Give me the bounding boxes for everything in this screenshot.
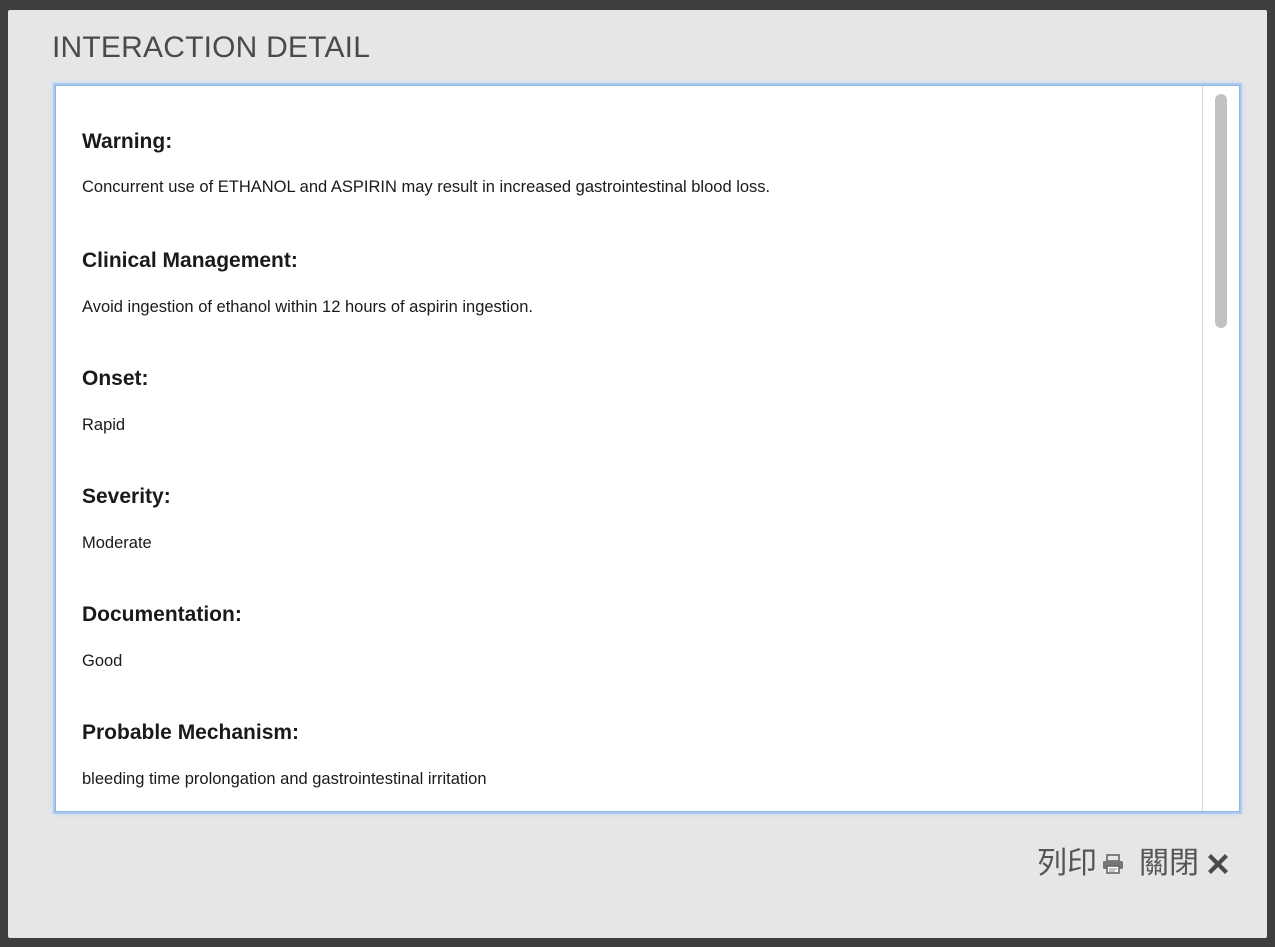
dialog-title: INTERACTION DETAIL [52, 31, 371, 64]
section-heading: Probable Mechanism: [82, 721, 300, 744]
section-text: Moderate [82, 534, 152, 552]
section-heading: Documentation: [82, 603, 242, 626]
print-label: 列印 [1037, 846, 1097, 881]
section-warning: Warning: Concurrent use of ETHANOL and A… [82, 129, 770, 198]
section-documentation: Documentation: Good [82, 602, 242, 672]
section-text: Rapid [82, 416, 126, 434]
interaction-detail-dialog: INTERACTION DETAIL Warning: Concurrent u… [8, 10, 1267, 938]
section-text: Concurrent use of ETHANOL and ASPIRIN ma… [82, 178, 771, 196]
section-severity: Severity: Moderate [82, 484, 171, 554]
detail-content: Warning: Concurrent use of ETHANOL and A… [56, 86, 1201, 811]
close-icon [1203, 849, 1233, 879]
section-onset: Onset: Rapid [82, 366, 149, 436]
section-text: Good [82, 652, 123, 670]
section-text: Avoid ingestion of ethanol within 12 hou… [82, 298, 533, 316]
vertical-scrollbar[interactable] [1202, 86, 1239, 811]
close-label: 關閉 [1139, 846, 1199, 881]
dialog-footer: 列印 關閉 [1037, 846, 1233, 882]
section-clinical-management: Clinical Management: Avoid ingestion of … [82, 248, 533, 318]
section-heading: Warning: [82, 130, 173, 153]
detail-content-frame[interactable]: Warning: Concurrent use of ETHANOL and A… [55, 85, 1240, 812]
section-heading: Clinical Management: [82, 249, 298, 272]
section-heading: Severity: [82, 485, 171, 508]
section-probable-mechanism: Probable Mechanism: bleeding time prolon… [82, 720, 487, 790]
section-heading: Onset: [82, 367, 149, 390]
scrollbar-thumb[interactable] [1215, 94, 1227, 328]
print-button[interactable]: 列印 [1037, 846, 1125, 882]
printer-icon [1101, 853, 1125, 875]
close-button[interactable]: 關閉 [1139, 846, 1233, 882]
section-text: bleeding time prolongation and gastroint… [82, 770, 487, 788]
